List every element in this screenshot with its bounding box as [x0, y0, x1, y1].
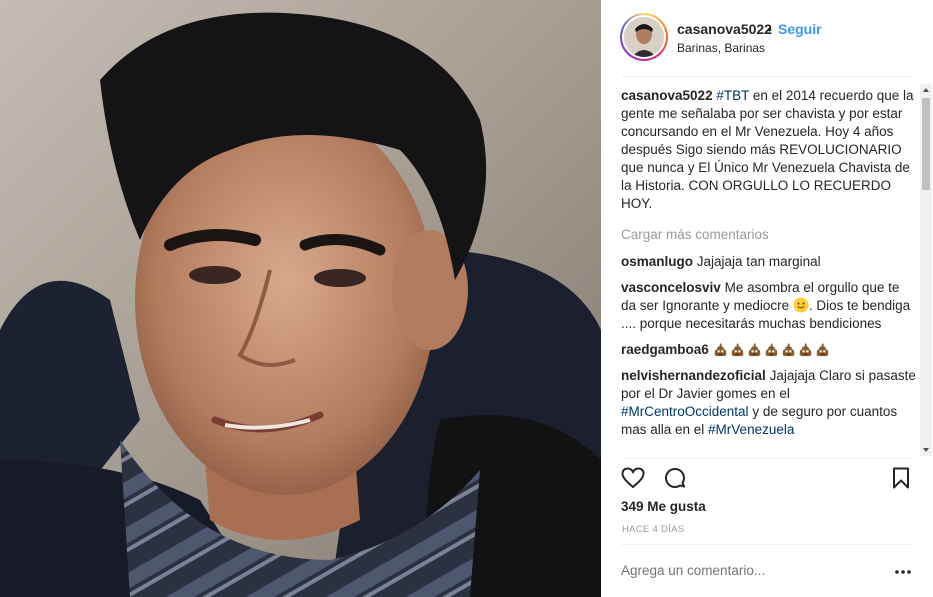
comments-list[interactable]: casanova5022 #TBT en el 2014 recuerdo qu… [621, 87, 916, 457]
comment-username[interactable]: raedgamboa6 [621, 342, 709, 357]
pile-of-poo-icon [748, 342, 760, 357]
comment-hashtag[interactable]: #MrCentroOccidental [621, 404, 749, 419]
comment-item: raedgamboa6 [621, 341, 916, 359]
heart-icon[interactable] [621, 466, 645, 490]
header-separator: • [767, 21, 772, 37]
comments-scrollbar[interactable] [920, 84, 932, 456]
comment-username[interactable]: osmanlugo [621, 254, 693, 269]
likes-count[interactable]: 349 Me gusta [621, 499, 706, 514]
story-ring[interactable] [620, 13, 668, 61]
scroll-down-arrow-icon[interactable] [920, 444, 932, 456]
comment-username[interactable]: vasconcelosviv [621, 280, 721, 295]
comment-username[interactable]: nelvishernandezoficial [621, 368, 766, 383]
comment-item: nelvishernandezoficial Jajajaja Claro si… [621, 367, 916, 439]
add-comment-input[interactable] [621, 563, 841, 578]
comment-item: osmanlugo Jajajaja tan marginal [621, 253, 916, 271]
caption-text: en el 2014 recuerdo que la gente me seña… [621, 88, 914, 211]
post-header: casanova5022 • Seguir Barinas, Barinas [601, 0, 933, 76]
instagram-post: casanova5022 • Seguir Barinas, Barinas c… [0, 0, 933, 597]
slightly-smiling-face-icon [793, 297, 809, 313]
comment-icon[interactable] [663, 466, 687, 490]
pile-of-poo-icon [731, 342, 743, 357]
caption: casanova5022 #TBT en el 2014 recuerdo qu… [621, 87, 916, 213]
avatar-image [624, 17, 664, 57]
avatar[interactable] [622, 15, 666, 59]
pile-of-poo-icon [765, 342, 777, 357]
post-timestamp[interactable]: HACE 4 DÍAS [622, 524, 684, 535]
post-actions [621, 462, 914, 492]
comment-hashtag[interactable]: #MrVenezuela [708, 422, 794, 437]
pile-of-poo-icon [799, 342, 811, 357]
pile-of-poo-icon [816, 342, 828, 357]
location-link[interactable]: Barinas, Barinas [677, 41, 765, 55]
header-divider [621, 76, 914, 77]
follow-button[interactable]: Seguir [778, 21, 822, 37]
portrait-image [0, 0, 601, 597]
header-username-link[interactable]: casanova5022 [677, 21, 772, 37]
pile-of-poo-icon [714, 342, 726, 357]
scroll-up-arrow-icon[interactable] [920, 84, 932, 96]
pile-of-poo-emoji-row [713, 342, 832, 357]
pile-of-poo-icon [782, 342, 794, 357]
comment-text: Jajajaja tan marginal [696, 254, 821, 269]
more-options-icon[interactable] [894, 568, 912, 576]
post-photo[interactable] [0, 0, 601, 597]
bookmark-icon[interactable] [889, 466, 913, 490]
load-more-comments-button[interactable]: Cargar más comentarios [621, 226, 916, 244]
add-comment-divider [621, 544, 914, 545]
caption-username[interactable]: casanova5022 [621, 88, 713, 103]
comment-item: vasconcelosviv Me asombra el orgullo que… [621, 279, 916, 333]
caption-hashtag[interactable]: #TBT [716, 88, 749, 103]
comments-divider [621, 458, 914, 459]
scrollbar-thumb[interactable] [922, 98, 930, 190]
post-side-panel: casanova5022 • Seguir Barinas, Barinas c… [601, 0, 933, 597]
